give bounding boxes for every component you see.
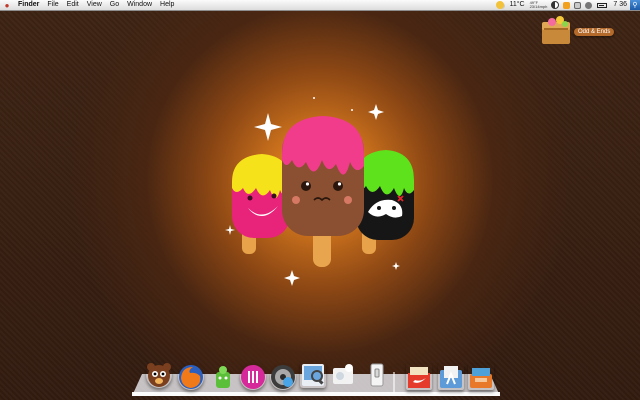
dock-separator: [393, 372, 395, 394]
applications-stack-icon[interactable]: [438, 364, 464, 390]
menu-file[interactable]: File: [43, 0, 62, 10]
folder-label[interactable]: Odd & Ends: [574, 28, 615, 36]
odd-ends-folder-icon[interactable]: [539, 14, 573, 46]
menu-bar: ● Finder File Edit View Go Window Help 1…: [0, 0, 640, 11]
menu-edit[interactable]: Edit: [63, 0, 83, 10]
airport-icon[interactable]: [574, 1, 582, 9]
spotlight-icon[interactable]: ⚲: [630, 0, 640, 10]
weather-details: 49°F 23/14mph: [528, 1, 550, 9]
weather-lo: 23/14mph: [529, 4, 548, 9]
menu-go[interactable]: Go: [106, 0, 123, 10]
temperature-readout[interactable]: 11°C: [506, 0, 527, 10]
menu-help[interactable]: Help: [156, 0, 178, 10]
firefox-icon[interactable]: [178, 364, 204, 390]
weather-sun-icon[interactable]: [496, 1, 505, 9]
photos-icon[interactable]: [330, 362, 356, 388]
preview-icon[interactable]: [300, 362, 326, 388]
menu-window[interactable]: Window: [123, 0, 156, 10]
menu-finder[interactable]: Finder: [14, 0, 43, 10]
apple-menu-icon[interactable]: ●: [0, 1, 14, 10]
volume-icon[interactable]: [585, 1, 593, 9]
bear-app-icon[interactable]: [146, 362, 172, 388]
gadget-menu-icon[interactable]: [563, 1, 571, 9]
time-machine-icon[interactable]: [551, 1, 560, 9]
documents-stack-icon[interactable]: [468, 364, 494, 390]
menu-view[interactable]: View: [83, 0, 106, 10]
green-robot-icon[interactable]: [210, 364, 236, 390]
light-switch-icon[interactable]: [364, 362, 390, 388]
wallpaper-popsicles: [225, 97, 414, 286]
battery-icon[interactable]: [597, 2, 608, 8]
menubar-clock[interactable]: 7 36: [610, 0, 630, 10]
nike-shoebox-icon[interactable]: [406, 364, 432, 390]
pink-globe-icon[interactable]: [240, 364, 266, 390]
menu-extras: 11°C 49°F 23/14mph 7 36 ⚲: [494, 0, 640, 10]
itunes-icon[interactable]: [270, 364, 296, 390]
